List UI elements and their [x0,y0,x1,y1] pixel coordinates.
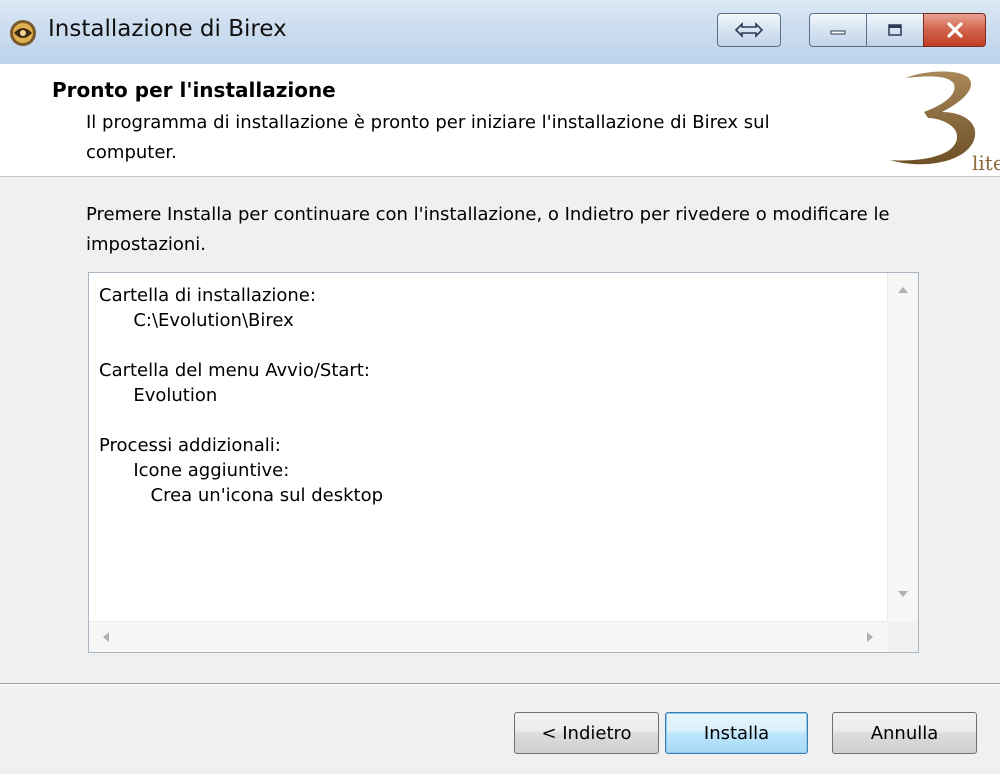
scroll-corner [888,622,918,652]
install-button[interactable]: Installa [665,712,808,754]
summary-memo[interactable]: Cartella di installazione: C:\Evolution\… [88,272,919,653]
app-icon [10,20,36,46]
close-button[interactable] [923,13,986,47]
page-subtitle: Il programma di installazione è pronto p… [86,112,770,163]
horizontal-scrollbar[interactable] [89,621,889,652]
maximize-icon [888,24,902,36]
double-arrow-icon [734,22,764,38]
vertical-scrollbar[interactable] [887,273,918,623]
installer-window: Installazione di Birex Pronto per l'inst… [0,0,1000,774]
close-icon [946,22,963,38]
brand-logo: lite [890,71,1000,175]
resize-button[interactable] [717,13,781,47]
scroll-up-icon[interactable] [898,287,908,293]
divider [0,683,1000,685]
page-title: Pronto per l'installazione [52,78,336,102]
logo-text: lite [972,151,1000,175]
scroll-left-icon[interactable] [103,632,109,642]
instruction-text: Premere Installa per continuare con l'in… [86,204,890,255]
minimize-button[interactable] [809,13,867,47]
cancel-button[interactable]: Annulla [832,712,977,754]
minimize-icon [830,30,846,35]
back-button[interactable]: < Indietro [514,712,659,754]
title-bar: Installazione di Birex [0,0,1000,64]
maximize-button[interactable] [866,13,924,47]
scroll-down-icon[interactable] [898,591,908,597]
summary-text: Cartella di installazione: C:\Evolution\… [99,285,384,506]
window-title: Installazione di Birex [48,16,287,42]
scroll-right-icon[interactable] [867,632,873,642]
